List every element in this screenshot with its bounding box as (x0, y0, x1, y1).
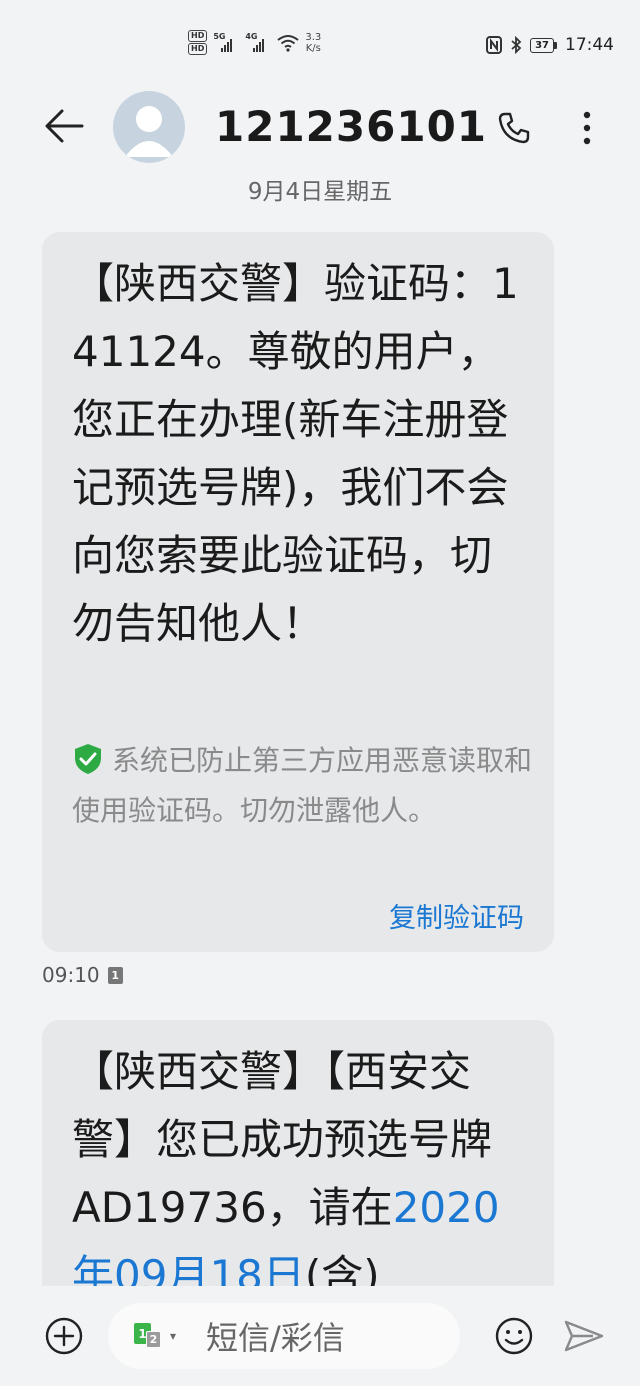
sim-card-icon: 1 (107, 966, 123, 984)
signal-5g-icon: 5G (213, 32, 239, 54)
network-speed: 3.3 K/s (305, 31, 322, 54)
smiley-icon (495, 1317, 533, 1355)
hd-icons: HD HD (188, 30, 208, 55)
more-vertical-icon (583, 111, 591, 145)
contact-number: 121236101 (215, 102, 488, 151)
message-timestamp: 09:10 1 (42, 963, 123, 987)
plus-circle-icon (45, 1317, 83, 1355)
hd-icon: HD (188, 43, 208, 55)
add-attachment-button[interactable] (40, 1312, 88, 1360)
nfc-icon (486, 36, 503, 54)
message-text[interactable]: 【陕西交警】验证码：141124。尊敬的用户，您正在办理(新车注册登记预选号牌)… (42, 232, 554, 658)
date-separator: 9月4日星期五 (247, 179, 393, 205)
message-input[interactable]: 短信/彩信 (206, 1313, 345, 1359)
copy-code-button[interactable]: 复制验证码 (389, 896, 524, 935)
status-bar: HD HD 5G 4G 3.3 K/s 37 17:44 (0, 0, 640, 80)
back-arrow-icon (45, 109, 84, 143)
shield-check-icon (75, 744, 101, 774)
dual-sim-icon: 1 2 (134, 1323, 164, 1349)
wifi-icon (277, 34, 299, 52)
message-bubble[interactable]: 【陕西交警】【西安交警】您已成功预选号牌AD19736，请在2020年09月18… (42, 1020, 554, 1320)
security-note: 系统已防止第三方应用恶意读取和使用验证码。切勿泄露他人。 (72, 744, 533, 827)
sim-selector[interactable]: 1 2 ▾ (134, 1323, 176, 1349)
send-button[interactable] (560, 1312, 608, 1360)
message-input-container[interactable]: 1 2 ▾ 短信/彩信 (108, 1303, 460, 1369)
hd-icon: HD (188, 30, 208, 42)
bluetooth-icon (511, 36, 522, 54)
emoji-button[interactable] (490, 1312, 538, 1360)
more-options-button[interactable] (563, 104, 611, 152)
signal-4g-icon: 4G (245, 32, 271, 54)
clock: 17:44 (565, 35, 614, 55)
message-composer: 1 2 ▾ 短信/彩信 (0, 1286, 640, 1386)
status-right-group: 37 17:44 (486, 35, 614, 55)
person-icon (125, 106, 173, 157)
chevron-down-icon: ▾ (170, 1329, 177, 1343)
phone-icon (498, 112, 530, 144)
back-button[interactable] (40, 102, 88, 150)
status-left-group: HD HD 5G 4G 3.3 K/s (188, 30, 321, 55)
send-icon (564, 1320, 604, 1352)
battery-icon: 37 (530, 37, 557, 53)
message-bubble[interactable]: 【陕西交警】验证码：141124。尊敬的用户，您正在办理(新车注册登记预选号牌)… (42, 232, 554, 952)
message-text[interactable]: 【陕西交警】【西安交警】您已成功预选号牌AD19736，请在2020年09月18… (42, 1020, 554, 1310)
call-button[interactable] (490, 104, 538, 152)
contact-avatar[interactable] (113, 91, 185, 163)
